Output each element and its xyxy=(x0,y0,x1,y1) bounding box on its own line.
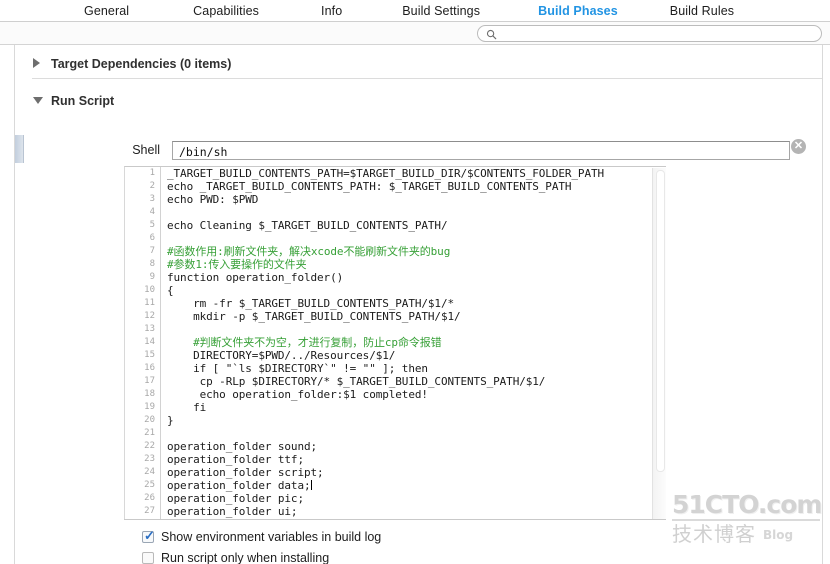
code-line[interactable]: } xyxy=(167,414,666,427)
shell-input-value: /bin/sh xyxy=(179,145,228,159)
section-run-script[interactable]: Run Script xyxy=(32,91,114,111)
line-number: 3 xyxy=(149,194,155,204)
text-caret xyxy=(310,480,312,490)
code-line[interactable]: operation_folder data; xyxy=(167,479,666,492)
section-target-dependencies-title: Target Dependencies (0 items) xyxy=(51,57,232,71)
line-number: 26 xyxy=(144,493,155,503)
line-number: 6 xyxy=(149,233,155,243)
tab-general[interactable]: General xyxy=(80,4,133,18)
section-run-script-title: Run Script xyxy=(51,94,115,108)
line-number: 2 xyxy=(149,181,155,191)
code-line[interactable]: cp -RLp $DIRECTORY/* $_TARGET_BUILD_CONT… xyxy=(167,375,666,388)
code-line[interactable] xyxy=(167,323,666,336)
checkbox-show-env-vars[interactable]: ✓ xyxy=(142,528,155,543)
code-line[interactable]: mkdir -p $_TARGET_BUILD_CONTENTS_PATH/$1… xyxy=(167,310,666,323)
code-line[interactable]: DIRECTORY=$PWD/../Resources/$1/ xyxy=(167,349,666,362)
line-number: 12 xyxy=(144,311,155,321)
line-number: 17 xyxy=(144,376,155,386)
code-line[interactable] xyxy=(167,206,666,219)
code-line[interactable]: echo _TARGET_BUILD_CONTENTS_PATH: $_TARG… xyxy=(167,180,666,193)
line-number: 21 xyxy=(144,428,155,438)
search-input[interactable] xyxy=(477,25,822,42)
xcode-build-phases-window: General Capabilities Info Build Settings… xyxy=(0,0,830,564)
code-line[interactable]: #判断文件夹不为空，才进行复制，防止cp命令报错 xyxy=(167,336,666,349)
editor-scroll-thumb[interactable] xyxy=(656,170,665,472)
tab-build-settings[interactable]: Build Settings xyxy=(398,4,484,18)
panel-right-edge xyxy=(822,45,830,564)
line-number: 1 xyxy=(149,168,155,178)
line-number: 11 xyxy=(144,298,155,308)
shell-label: Shell xyxy=(132,143,160,157)
code-line[interactable]: operation_folder ttf; xyxy=(167,453,666,466)
editor-tab-bar: General Capabilities Info Build Settings… xyxy=(0,0,830,22)
code-line[interactable]: #参数1:传入要操作的文件夹 xyxy=(167,258,666,271)
line-number: 18 xyxy=(144,389,155,399)
code-line[interactable]: { xyxy=(167,284,666,297)
code-line[interactable]: rm -fr $_TARGET_BUILD_CONTENTS_PATH/$1/* xyxy=(167,297,666,310)
tab-build-phases[interactable]: Build Phases xyxy=(534,4,622,18)
line-number: 23 xyxy=(144,454,155,464)
option-run-when-installing[interactable]: Run script only when installing xyxy=(142,550,329,564)
line-number: 22 xyxy=(144,441,155,451)
line-number: 7 xyxy=(149,246,155,256)
code-line[interactable]: operation_folder pic; xyxy=(167,492,666,505)
option-show-env-vars-label: Show environment variables in build log xyxy=(161,530,382,544)
close-icon: ✕ xyxy=(793,140,804,152)
code-line[interactable] xyxy=(167,427,666,440)
line-number: 15 xyxy=(144,350,155,360)
shell-input[interactable]: /bin/sh xyxy=(172,141,790,160)
line-number: 5 xyxy=(149,220,155,230)
section-divider-1 xyxy=(32,78,828,79)
tab-capabilities[interactable]: Capabilities xyxy=(189,4,263,18)
line-number: 24 xyxy=(144,467,155,477)
check-icon: ✓ xyxy=(144,528,155,543)
delete-run-script-button[interactable]: ✕ xyxy=(791,139,806,154)
code-line[interactable]: operation_folder script; xyxy=(167,466,666,479)
option-run-when-installing-label: Run script only when installing xyxy=(161,551,330,564)
code-line[interactable]: operation_folder sound; xyxy=(167,440,666,453)
code-line[interactable]: _TARGET_BUILD_CONTENTS_PATH=$TARGET_BUIL… xyxy=(167,167,666,180)
code-line[interactable]: fi xyxy=(167,401,666,414)
editor-vertical-scrollbar[interactable] xyxy=(652,168,666,519)
script-code-area[interactable]: _TARGET_BUILD_CONTENTS_PATH=$TARGET_BUIL… xyxy=(161,167,666,519)
code-line[interactable]: function operation_folder() xyxy=(167,271,666,284)
script-editor[interactable]: 1 2 3 4 5 6 7 8 9 10 11 12 13 14 15 16 17 18 19 20 21 22 23 24 2… xyxy=(124,166,666,519)
triangle-right-icon[interactable] xyxy=(32,58,44,70)
code-line[interactable]: echo Cleaning $_TARGET_BUILD_CONTENTS_PA… xyxy=(167,219,666,232)
option-show-env-vars[interactable]: ✓ Show environment variables in build lo… xyxy=(142,529,381,545)
line-number: 20 xyxy=(144,415,155,425)
code-line[interactable]: #函数作用:刷新文件夹，解决xcode不能刷新文件夹的bug xyxy=(167,245,666,258)
line-number: 8 xyxy=(149,259,155,269)
code-line[interactable]: operation_folder ui; xyxy=(167,505,666,518)
code-line[interactable]: echo PWD: $PWD xyxy=(167,193,666,206)
checkbox-run-when-installing[interactable] xyxy=(142,552,154,564)
line-number: 10 xyxy=(144,285,155,295)
search-icon xyxy=(486,29,497,40)
line-number: 27 xyxy=(144,506,155,516)
tab-info[interactable]: Info xyxy=(317,4,346,18)
line-number: 4 xyxy=(149,207,155,217)
line-number: 19 xyxy=(144,402,155,412)
phase-edge-marker xyxy=(15,135,24,163)
line-number-gutter: 1 2 3 4 5 6 7 8 9 10 11 12 13 14 15 16 17 18 19 20 21 22 23 24 2… xyxy=(125,167,161,519)
tab-build-rules[interactable]: Build Rules xyxy=(666,4,738,18)
code-line[interactable]: echo operation_folder:$1 completed! xyxy=(167,388,666,401)
code-line[interactable] xyxy=(167,232,666,245)
section-target-dependencies[interactable]: Target Dependencies (0 items) xyxy=(32,54,231,74)
line-number: 25 xyxy=(144,480,155,490)
code-line[interactable]: if [ "`ls $DIRECTORY`" != "" ]; then xyxy=(167,362,666,375)
triangle-down-icon[interactable] xyxy=(32,95,44,107)
editor-bottom-divider xyxy=(124,519,666,520)
line-number: 16 xyxy=(144,363,155,373)
line-number: 14 xyxy=(144,337,155,347)
line-number: 13 xyxy=(144,324,155,334)
line-number: 9 xyxy=(149,272,155,282)
